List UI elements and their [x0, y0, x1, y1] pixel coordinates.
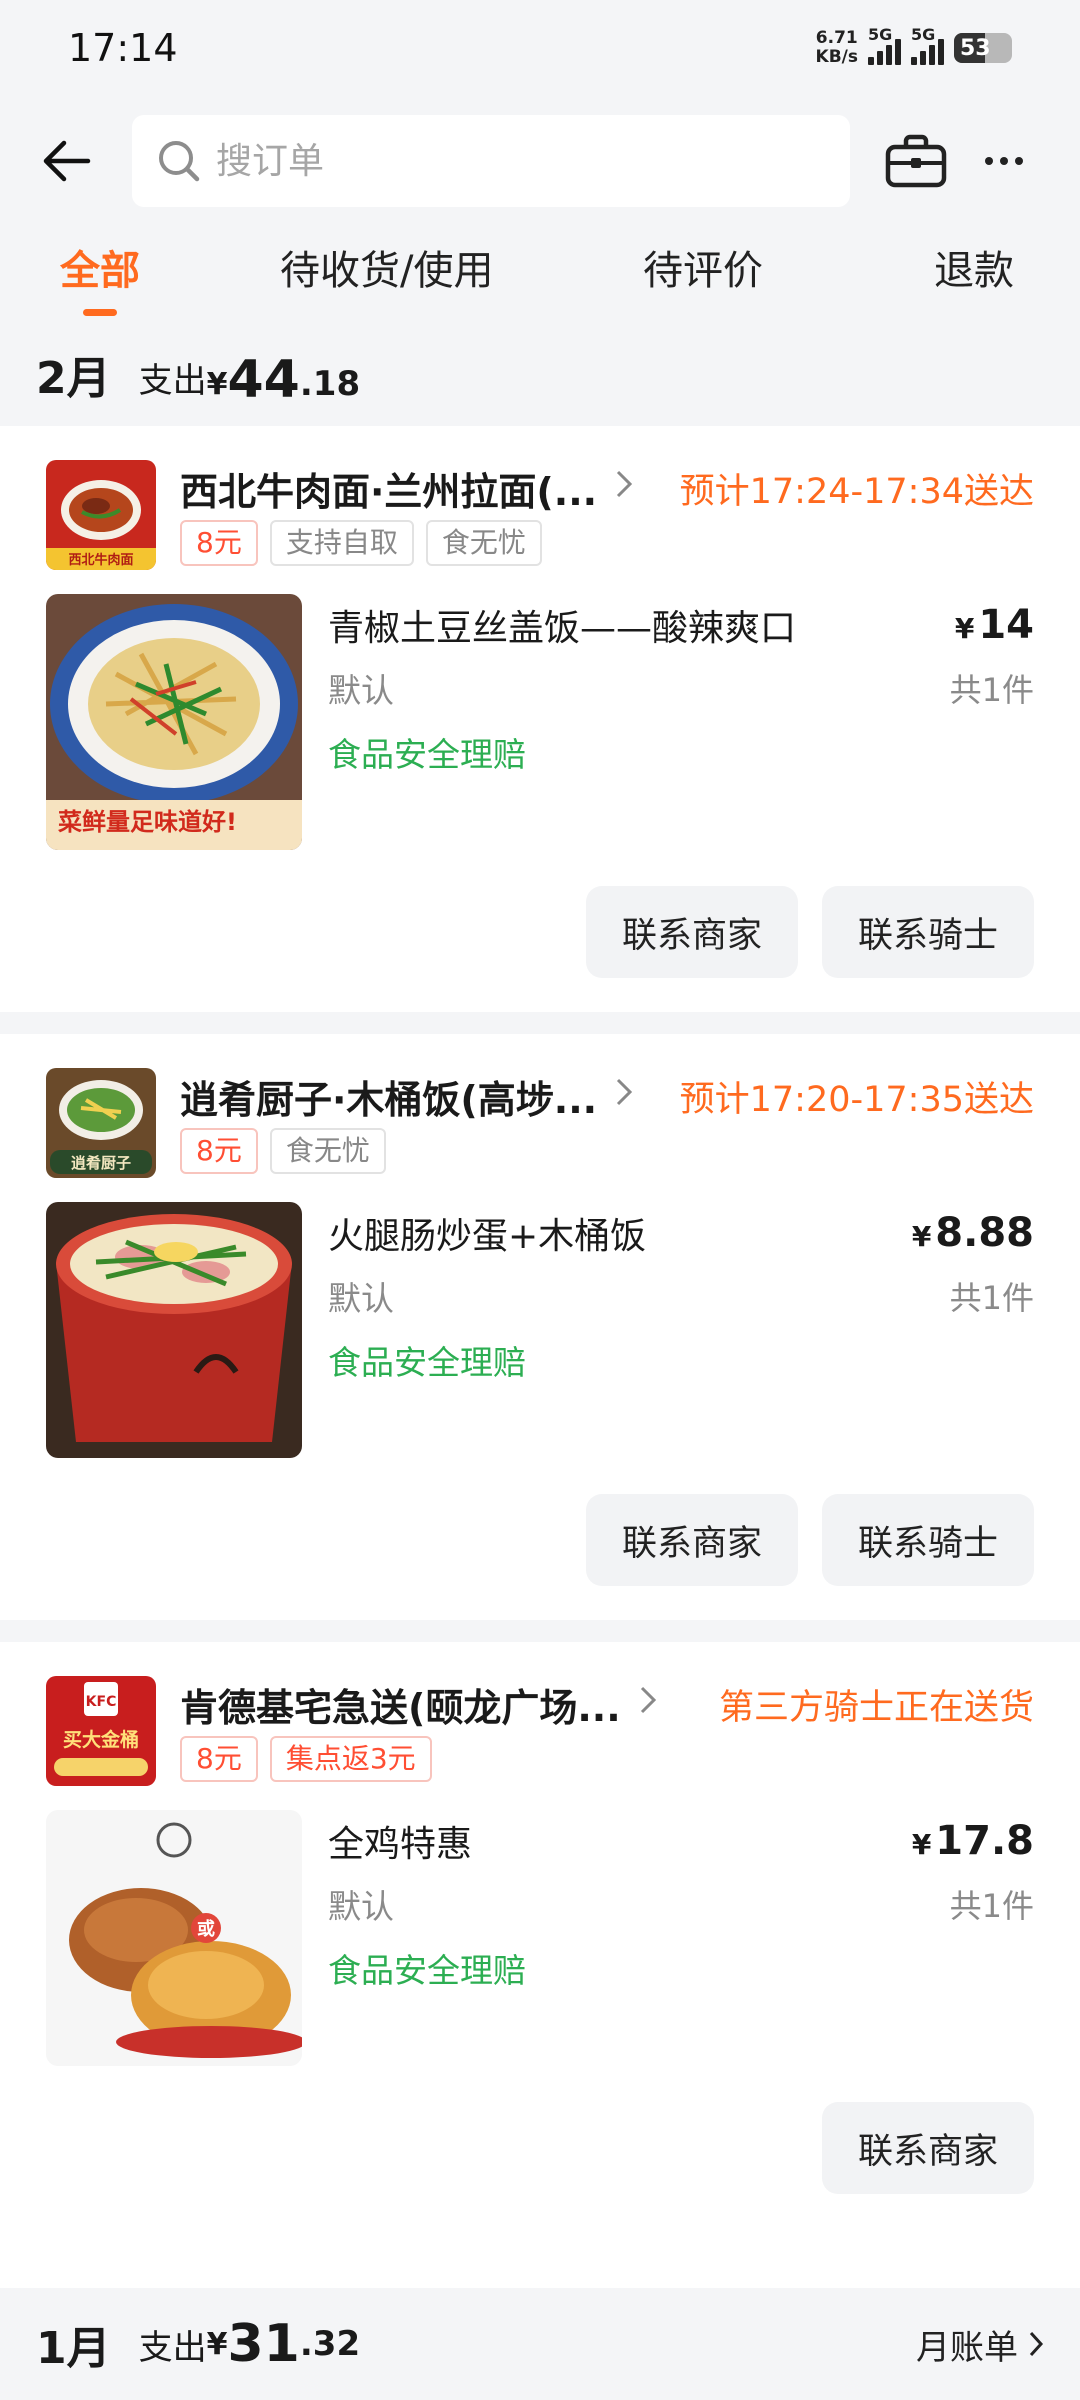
item-price: ¥14 [954, 602, 1034, 648]
order-item[interactable]: 菜鲜量足味道好! 青椒土豆丝盖饭——酸辣爽口 ¥14 默认 共1件 食品安全理赔 [0, 576, 1080, 854]
item-variant: 默认 [328, 671, 394, 710]
search-icon [159, 141, 200, 182]
shop-name[interactable]: 西北牛肉面·兰州拉面(... [180, 461, 597, 516]
order-tabs: 全部 待收货/使用 待评价 退款 [0, 226, 1080, 316]
contact-merchant-button[interactable]: 联系商家 [821, 2102, 1034, 2194]
item-quantity: 共1件 [949, 1279, 1034, 1317]
tag: 食无忧 [425, 520, 542, 566]
item-name: 火腿肠炒蛋+木桶饭 [328, 1216, 647, 1257]
tab-all[interactable]: 全部 [60, 238, 140, 304]
spend-label: 支出 [138, 2327, 207, 2368]
tag: 集点返3元 [269, 1736, 432, 1782]
shop-logo: 西北牛肉面 [46, 460, 156, 570]
month-summary-footer: 1月 支出 ¥ 31 .32 月账单 [0, 2288, 1080, 2400]
delivery-status: 预计17:24-17:34送达 [679, 471, 1034, 512]
signal-icon: 5G [911, 25, 944, 65]
contact-rider-button[interactable]: 联系骑士 [821, 886, 1034, 978]
food-safety-label[interactable]: 食品安全理赔 [328, 1336, 1034, 1384]
shop-name[interactable]: 逍肴厨子·木桶饭(高埗... [180, 1069, 597, 1124]
order-actions: 联系商家 联系骑士 [0, 854, 1080, 1012]
spend-amount-int: 44 [227, 350, 300, 410]
currency-symbol: ¥ [206, 2326, 228, 2362]
food-image: 或 [46, 1810, 302, 2066]
tab-pending-receipt[interactable]: 待收货/使用 [280, 238, 493, 304]
monthly-bill-link[interactable]: 月账单 [916, 2320, 1044, 2369]
shop-logo: 逍肴厨子 [46, 1068, 156, 1178]
svg-text:或: 或 [197, 1918, 215, 1940]
food-image [46, 1202, 302, 1458]
item-name: 青椒土豆丝盖饭——酸辣爽口 [328, 608, 797, 649]
order-actions: 联系商家 [0, 2070, 1080, 2228]
item-variant: 默认 [328, 1887, 394, 1926]
contact-merchant-button[interactable]: 联系商家 [585, 886, 798, 978]
chevron-right-icon [615, 468, 633, 508]
tag: 支持自取 [269, 520, 414, 566]
item-price: ¥8.88 [911, 1210, 1034, 1256]
order-actions: 联系商家 联系骑士 [0, 1462, 1080, 1620]
food-safety-label[interactable]: 食品安全理赔 [328, 728, 1034, 776]
shop-tags: 8元 集点返3元 [180, 1736, 1034, 1782]
month-label: 2月 [36, 353, 111, 404]
network-speed: 6.71 KB/s [815, 28, 858, 67]
svg-text:西北牛肉面: 西北牛肉面 [68, 552, 133, 568]
chevron-right-icon [1029, 2331, 1044, 2357]
order-item[interactable]: 火腿肠炒蛋+木桶饭 ¥8.88 默认 共1件 食品安全理赔 [0, 1184, 1080, 1462]
tag: 8元 [180, 1736, 258, 1782]
order-card[interactable]: KFC 买大金桶 肯德基宅急送(颐龙广场... 第三方骑士正在送货 8元 集点返… [0, 1642, 1080, 2288]
battery-icon: 53 [954, 33, 1012, 63]
spend-label: 支出 [138, 361, 207, 401]
item-quantity: 共1件 [949, 1887, 1034, 1925]
shop-row[interactable]: 西北牛肉面 西北牛肉面·兰州拉面(... 预计17:24-17:34送达 8元 … [0, 426, 1080, 576]
spend-amount-dec: .18 [299, 364, 361, 404]
month-label: 1月 [36, 2323, 111, 2374]
signal-icon: 5G [868, 25, 901, 65]
tag: 8元 [180, 1128, 258, 1174]
item-price: ¥17.8 [911, 1818, 1034, 1864]
top-bar [0, 96, 1080, 226]
shop-tags: 8元 食无忧 [180, 1128, 1034, 1174]
chevron-right-icon [639, 1684, 657, 1724]
currency-symbol: ¥ [206, 367, 228, 402]
status-bar: 17:14 6.71 KB/s 5G 5G 53 [0, 0, 1080, 96]
svg-text:菜鲜量足味道好!: 菜鲜量足味道好! [57, 808, 237, 836]
spend-amount-dec: .32 [299, 2324, 361, 2364]
status-time: 17:14 [68, 26, 178, 70]
svg-text:KFC: KFC [86, 1694, 117, 1710]
order-card[interactable]: 西北牛肉面 西北牛肉面·兰州拉面(... 预计17:24-17:34送达 8元 … [0, 426, 1080, 1012]
tag: 食无忧 [269, 1128, 386, 1174]
more-icon[interactable] [974, 125, 1034, 197]
tab-refund[interactable]: 退款 [934, 238, 1014, 304]
item-variant: 默认 [328, 1279, 394, 1318]
delivery-status: 预计17:20-17:35送达 [679, 1079, 1034, 1120]
month-summary: 2月 支出 ¥ 44 .18 [0, 316, 1080, 426]
search-input[interactable] [216, 140, 776, 182]
search-box[interactable] [132, 115, 850, 207]
item-quantity: 共1件 [949, 671, 1034, 709]
food-safety-label[interactable]: 食品安全理赔 [328, 1944, 1034, 1992]
shop-name[interactable]: 肯德基宅急送(颐龙广场... [180, 1677, 621, 1732]
briefcase-icon[interactable] [880, 125, 952, 197]
svg-text:逍肴厨子: 逍肴厨子 [71, 1154, 131, 1172]
shop-row[interactable]: KFC 买大金桶 肯德基宅急送(颐龙广场... 第三方骑士正在送货 8元 集点返… [0, 1642, 1080, 1792]
spend-amount-int: 31 [227, 2314, 300, 2374]
delivery-status: 第三方骑士正在送货 [718, 1687, 1034, 1728]
item-name: 全鸡特惠 [328, 1824, 473, 1865]
back-arrow-icon[interactable] [40, 126, 110, 196]
tab-pending-review[interactable]: 待评价 [643, 238, 763, 304]
contact-rider-button[interactable]: 联系骑士 [821, 1494, 1034, 1586]
shop-row[interactable]: 逍肴厨子 逍肴厨子·木桶饭(高埗... 预计17:20-17:35送达 8元 食… [0, 1034, 1080, 1184]
shop-tags: 8元 支持自取 食无忧 [180, 520, 1034, 566]
chevron-right-icon [615, 1076, 633, 1116]
svg-text:买大金桶: 买大金桶 [63, 1728, 139, 1751]
order-item[interactable]: 或 全鸡特惠 ¥17.8 默认 共1件 食品安全理赔 [0, 1792, 1080, 2070]
contact-merchant-button[interactable]: 联系商家 [585, 1494, 798, 1586]
shop-logo: KFC 买大金桶 [46, 1676, 156, 1786]
order-card[interactable]: 逍肴厨子 逍肴厨子·木桶饭(高埗... 预计17:20-17:35送达 8元 食… [0, 1034, 1080, 1620]
tag: 8元 [180, 520, 258, 566]
food-image: 菜鲜量足味道好! [46, 594, 302, 850]
status-indicators: 6.71 KB/s 5G 5G 53 [815, 25, 1012, 67]
